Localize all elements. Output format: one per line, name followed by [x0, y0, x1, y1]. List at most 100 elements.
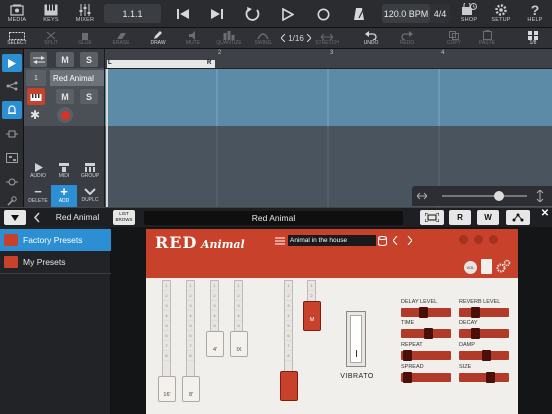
effect-slider[interactable]	[401, 372, 451, 383]
grid-button[interactable]: 1/8	[516, 29, 550, 48]
mixer-button[interactable]: MIXER	[68, 2, 102, 27]
paste-button[interactable]: PASTE	[470, 29, 504, 48]
fullscreen-button[interactable]	[420, 210, 444, 225]
write-automation-button[interactable]: W	[477, 210, 499, 225]
save-preset-icon[interactable]	[378, 236, 387, 246]
duplicate-track-button[interactable]: DUPLC	[77, 185, 103, 207]
slider-thumb[interactable]	[424, 328, 433, 339]
list-browse-button[interactable]: LIST BROWS	[113, 210, 135, 225]
drawbar-handle[interactable]	[158, 376, 176, 402]
effect-slider[interactable]	[401, 307, 451, 318]
prev-preset-icon[interactable]	[393, 236, 398, 245]
group-button[interactable]: GROUP	[77, 160, 103, 182]
tempo-display[interactable]: 120.0 BPM	[382, 4, 430, 23]
add-track-button[interactable]: + ADD	[51, 185, 77, 207]
inspector-dropdown-button[interactable]	[4, 210, 26, 225]
play-button[interactable]	[277, 3, 299, 25]
time-signature[interactable]: 4/4	[430, 4, 450, 23]
slider-thumb[interactable]	[419, 307, 428, 318]
zoom-slider-thumb[interactable]	[494, 191, 504, 201]
quantize-button[interactable]: QUANTIZE	[212, 29, 246, 48]
asterisk-icon[interactable]: ✱	[30, 108, 40, 122]
glue-tool-button[interactable]: GLUE	[68, 29, 102, 48]
read-automation-button[interactable]: R	[449, 210, 471, 225]
vibrato-switch[interactable]	[346, 311, 366, 367]
metronome-button[interactable]	[348, 3, 370, 25]
loop-left-marker[interactable]: L	[108, 60, 112, 66]
record-button[interactable]	[312, 3, 334, 25]
power-icon[interactable]	[459, 235, 468, 244]
drawbar[interactable]: 12345678	[186, 280, 195, 380]
slider-thumb[interactable]	[471, 328, 480, 339]
drawbar-handle[interactable]	[182, 376, 200, 402]
slider-thumb[interactable]	[403, 372, 412, 383]
stretch-tool-button[interactable]: STRETCH	[310, 29, 344, 48]
drawbar-handle[interactable]	[206, 331, 224, 357]
routing-button[interactable]	[2, 77, 22, 95]
drawbar-handle[interactable]	[230, 331, 248, 357]
inspector-toggle-button[interactable]	[2, 54, 22, 72]
global-solo-button[interactable]: S	[80, 52, 98, 67]
global-mute-button[interactable]: M	[56, 52, 74, 67]
fx-button[interactable]	[2, 125, 22, 143]
erase-tool-button[interactable]: ERASE	[104, 29, 138, 48]
drawbar-handle[interactable]	[280, 371, 298, 401]
select-tool-button[interactable]: SELECT	[0, 29, 34, 48]
position-display[interactable]: 1.1.1	[104, 4, 161, 23]
effect-slider[interactable]	[459, 350, 509, 361]
slider-thumb[interactable]	[486, 372, 495, 383]
track-name[interactable]: Red Animal	[50, 70, 104, 86]
instrument-editor-button[interactable]	[2, 101, 22, 119]
redo-button[interactable]: REDO	[390, 29, 424, 48]
effect-slider[interactable]	[401, 350, 451, 361]
undo-button[interactable]: UNDO	[354, 29, 388, 48]
add-audio-track-button[interactable]: AUDIO	[25, 160, 51, 182]
drawbar[interactable]: 12345	[210, 280, 219, 335]
zoom-slider-track[interactable]	[442, 195, 527, 197]
slider-thumb[interactable]	[482, 350, 491, 361]
back-chevron-icon[interactable]	[34, 212, 40, 223]
copy-button[interactable]: COPY	[437, 29, 471, 48]
playhead[interactable]	[106, 69, 108, 207]
help-button[interactable]: ? HELP	[518, 2, 552, 27]
add-midi-track-button[interactable]: MIDI	[51, 160, 77, 182]
split-tool-button[interactable]: SPLIT	[34, 29, 68, 48]
rewind-button[interactable]	[172, 3, 194, 25]
preset-folder-my[interactable]: My Presets	[0, 251, 111, 273]
volume-knob[interactable]: VOL	[464, 261, 477, 274]
preset-list-icon[interactable]	[275, 237, 285, 245]
drawbar[interactable]: 12345	[234, 280, 243, 335]
next-preset-icon[interactable]	[407, 236, 412, 245]
menu-icon[interactable]	[489, 235, 498, 244]
media-button[interactable]: MEDIA	[0, 2, 34, 27]
organ-manual-icon[interactable]	[481, 259, 492, 274]
drawbar[interactable]: 12345678	[162, 280, 171, 380]
loop-button[interactable]	[242, 3, 264, 25]
slider-thumb[interactable]	[471, 307, 480, 318]
effect-slider[interactable]	[459, 307, 509, 318]
automation-button[interactable]	[2, 173, 22, 191]
piano-roll-button[interactable]	[2, 149, 22, 167]
track-mute-button[interactable]: M	[56, 89, 74, 104]
preset-folder-factory[interactable]: Factory Presets	[0, 229, 111, 251]
drawbar[interactable]: 12345678	[284, 280, 293, 375]
loop-right-marker[interactable]: R	[207, 60, 211, 66]
timeline-ruler[interactable]: L R 2 3 4	[105, 49, 552, 69]
keys-button[interactable]: KEYS	[34, 2, 68, 27]
loop-range-bar[interactable]	[107, 60, 215, 68]
track-solo-button[interactable]: S	[80, 89, 98, 104]
slider-thumb[interactable]	[403, 350, 412, 361]
effect-slider[interactable]	[401, 328, 451, 339]
track-lane[interactable]	[105, 69, 552, 126]
delete-track-button[interactable]: − DELETE	[25, 185, 51, 207]
gear-cluster-icon[interactable]	[496, 259, 512, 274]
record-arm-button[interactable]	[57, 107, 73, 123]
shop-button[interactable]: SHOP	[452, 2, 486, 27]
routing-graph-button[interactable]	[506, 210, 530, 225]
draw-tool-button[interactable]: DRAW	[141, 29, 175, 48]
forward-button[interactable]	[206, 3, 228, 25]
effect-slider[interactable]	[459, 372, 509, 383]
drawbar-handle[interactable]	[303, 301, 321, 331]
organ-preset-name[interactable]: Animal in the house	[288, 235, 376, 246]
close-icon[interactable]: ✕	[538, 208, 552, 222]
